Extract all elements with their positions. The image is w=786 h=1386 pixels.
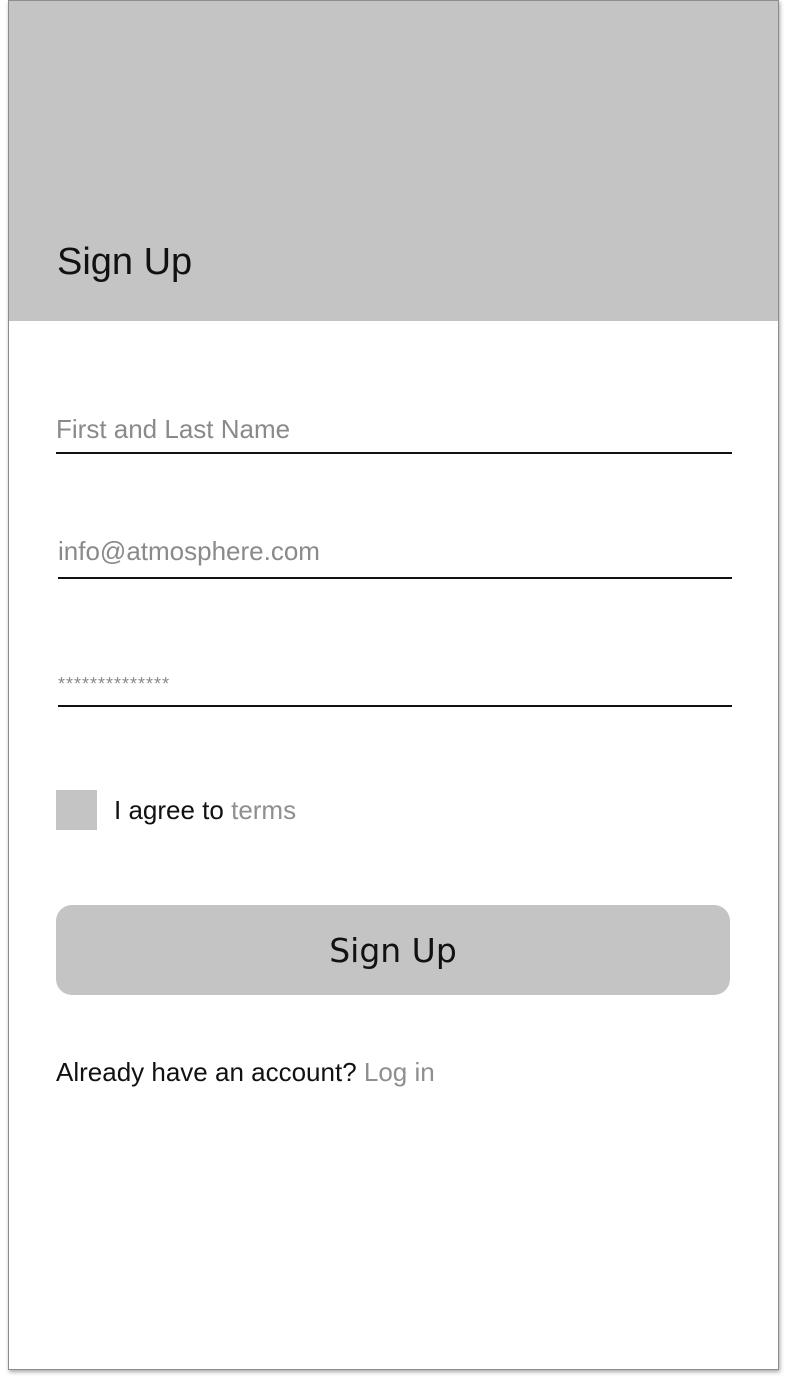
app-header: Sign Up	[9, 1, 778, 321]
page-title: Sign Up	[57, 241, 193, 283]
name-field	[56, 406, 732, 454]
password-field	[58, 663, 732, 707]
terms-checkbox[interactable]	[56, 790, 97, 830]
email-field	[58, 525, 732, 579]
login-prompt: Already have an account? Log in	[56, 1057, 435, 1088]
password-underline	[58, 705, 732, 707]
terms-link[interactable]: terms	[231, 795, 296, 825]
login-link[interactable]: Log in	[364, 1057, 435, 1087]
terms-agreement: I agree to terms	[56, 790, 296, 830]
signup-button[interactable]: Sign Up	[56, 905, 730, 995]
email-input[interactable]	[58, 525, 732, 577]
agree-text: I agree to terms	[114, 795, 296, 826]
email-underline	[58, 577, 732, 579]
name-underline	[56, 452, 732, 454]
agree-label: I agree to	[114, 794, 224, 825]
name-input[interactable]	[56, 406, 732, 452]
phone-screen: Sign Up I agree to terms Sign Up Already…	[8, 0, 779, 1370]
login-prompt-text: Already have an account?	[56, 1057, 357, 1087]
password-input[interactable]	[58, 663, 732, 705]
